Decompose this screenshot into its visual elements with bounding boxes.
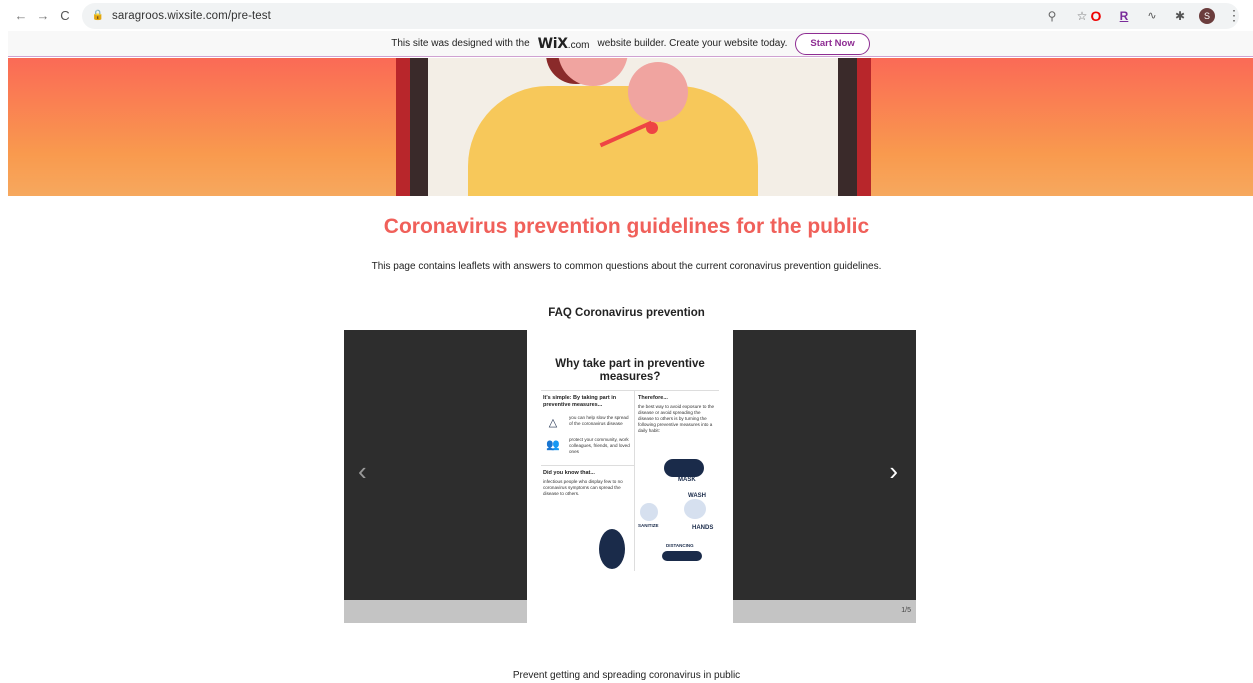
slide-counter: 1/5 [901, 607, 911, 614]
bottom-heading: Prevent getting and spreading coronaviru… [512, 670, 741, 681]
leaflet-item-text: protect your community, work colleagues,… [569, 437, 630, 454]
wix-text-before: This site was designed with the [391, 38, 530, 49]
leaflet-slider: ‹ › 1/5 Why take part in preventive meas… [344, 330, 916, 623]
slider-footer-left [344, 600, 527, 623]
phone-edge-right [857, 58, 871, 196]
leaflet-right-text: the best way to avoid exposure to the di… [638, 404, 715, 433]
back-button[interactable]: ← [12, 7, 30, 25]
wash-label: WASH [688, 493, 706, 499]
slider-panel-left: ‹ [344, 330, 527, 600]
back-icon: ← [14, 8, 28, 23]
faq-heading: FAQ Coronavirus prevention [548, 307, 705, 319]
browser-menu-icon[interactable]: ⋮ [1225, 7, 1243, 25]
leaflet-content: Why take part in preventive measures? It… [541, 358, 719, 571]
leaflet-grid: It's simple: By taking part in preventiv… [541, 390, 719, 571]
leaflet-left-column: It's simple: By taking part in preventiv… [541, 391, 635, 571]
leaflet-slide[interactable]: Why take part in preventive measures? It… [527, 330, 733, 623]
wix-promo-banner: This site was designed with the WiX.com … [8, 31, 1253, 57]
zoom-icon[interactable]: ⚲ [1043, 7, 1061, 25]
wix-text-after: website builder. Create your website tod… [597, 38, 788, 49]
leaflet-item: △ you can help slow the spread of the co… [541, 411, 634, 433]
sanitize-label: SANITIZE [638, 523, 659, 528]
extensions-puzzle-icon[interactable]: ✱ [1171, 7, 1189, 25]
opera-extension-icon[interactable]: O [1087, 7, 1105, 25]
r-extension-icon[interactable]: R [1115, 7, 1133, 25]
person-arm [628, 62, 688, 122]
distancing-label: DISTANCING [666, 543, 694, 548]
intro-text: This page contains leaflets with answers… [371, 261, 882, 272]
leaflet-right-heading: Therefore... [638, 395, 668, 401]
phone-illustration [396, 58, 871, 196]
people-icon: 👥 [546, 438, 560, 451]
leaflet-item: 👥 protect your community, work colleague… [541, 433, 634, 459]
leaflet-did-you-know-heading: Did you know that... [543, 470, 595, 476]
forward-button[interactable]: → [34, 7, 52, 25]
community-icon: △ [548, 416, 558, 429]
leaflet-did-you-know-text: infectious people who display few to no … [543, 479, 623, 496]
phone-edge-left [396, 58, 410, 196]
hero-banner [8, 58, 1253, 196]
url-text: saragroos.wixsite.com/pre-test [112, 9, 271, 22]
start-now-button[interactable]: Start Now [795, 32, 870, 55]
mask-label: MASK [678, 477, 696, 483]
leaflet-right-column: Therefore... the best way to avoid expos… [636, 391, 719, 571]
extension-bar: O R ∿ ✱ S ⋮ [1087, 0, 1253, 31]
address-bar[interactable]: 🔒 saragroos.wixsite.com/pre-test ⚲ ☆ [82, 2, 1239, 29]
hands-label: HANDS [692, 525, 714, 531]
mask-icon [664, 459, 704, 477]
reload-button[interactable]: C [56, 7, 74, 25]
leaflet-left-heading: It's simple: By taking part in preventiv… [543, 395, 617, 408]
leaflet-item-text: you can help slow the spread of the coro… [569, 415, 629, 426]
thermometer-bulb [646, 122, 658, 134]
profile-avatar[interactable]: S [1199, 7, 1215, 24]
sanitizer-icon [640, 503, 658, 521]
hands-icon [684, 499, 706, 519]
next-slide-button[interactable]: › [889, 458, 898, 484]
browser-toolbar: ← → C 🔒 saragroos.wixsite.com/pre-test ⚲… [0, 0, 1253, 31]
wix-logo[interactable]: WiX.com [538, 35, 590, 53]
reload-icon: C [60, 8, 70, 23]
distancing-icon [662, 551, 702, 561]
slider-footer-right: 1/5 [733, 600, 916, 623]
wave-extension-icon[interactable]: ∿ [1143, 7, 1161, 25]
phone-screen [428, 58, 838, 196]
leaflet-title: Why take part in preventive measures? [555, 358, 705, 383]
page-title: Coronavirus prevention guidelines for th… [383, 215, 870, 238]
sick-person-icon [599, 529, 625, 569]
slider-panel-right: › [733, 330, 916, 600]
forward-icon: → [36, 8, 50, 23]
lock-icon: 🔒 [91, 10, 105, 21]
prev-slide-button[interactable]: ‹ [358, 458, 367, 484]
